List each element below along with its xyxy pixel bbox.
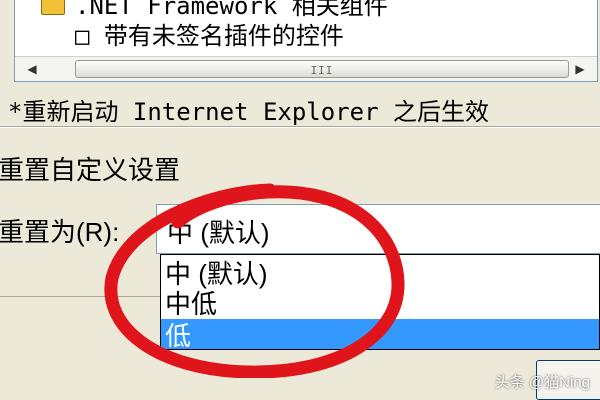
scroll-left-arrow-icon[interactable]: ◀ [21, 59, 43, 79]
list-item-label: □ 带有未签名插件的控件 [75, 21, 344, 50]
reset-to-label: 重置为(R): [0, 217, 120, 247]
dropdown-option-medium-default[interactable]: 中 (默认) [161, 257, 599, 289]
group-box-edge [0, 296, 160, 298]
divider [0, 126, 600, 128]
reset-group-title: 重置自定义设置 [0, 155, 181, 185]
scroll-right-arrow-icon[interactable]: ▶ [569, 59, 591, 79]
list-item[interactable]: .NET Framework 相关组件 [15, 0, 388, 20]
scrollbar-thumb[interactable]: III [75, 60, 569, 78]
scrollbar-grip: III [310, 64, 334, 77]
list-item[interactable]: □ 带有未签名插件的控件 [15, 19, 344, 50]
components-listbox[interactable]: .NET Framework 相关组件 □ 带有未签名插件的控件 ◀ III ▶ [14, 0, 598, 82]
dropdown-option-medium-low[interactable]: 中低 [161, 287, 599, 319]
dropdown-option-low[interactable]: 低 [161, 319, 599, 351]
checkbox-icon[interactable] [41, 0, 65, 15]
restart-note: *重新启动 Internet Explorer 之后生效 [8, 98, 489, 126]
watermark: 头条 @猫Ning [494, 374, 590, 391]
horizontal-scrollbar[interactable]: ◀ III ▶ [15, 56, 597, 81]
reset-level-combobox[interactable]: 中 (默认) [156, 204, 600, 254]
combobox-value: 中 (默认) [167, 218, 270, 248]
reset-level-dropdown-list[interactable]: 中 (默认) 中低 低 [160, 254, 600, 351]
